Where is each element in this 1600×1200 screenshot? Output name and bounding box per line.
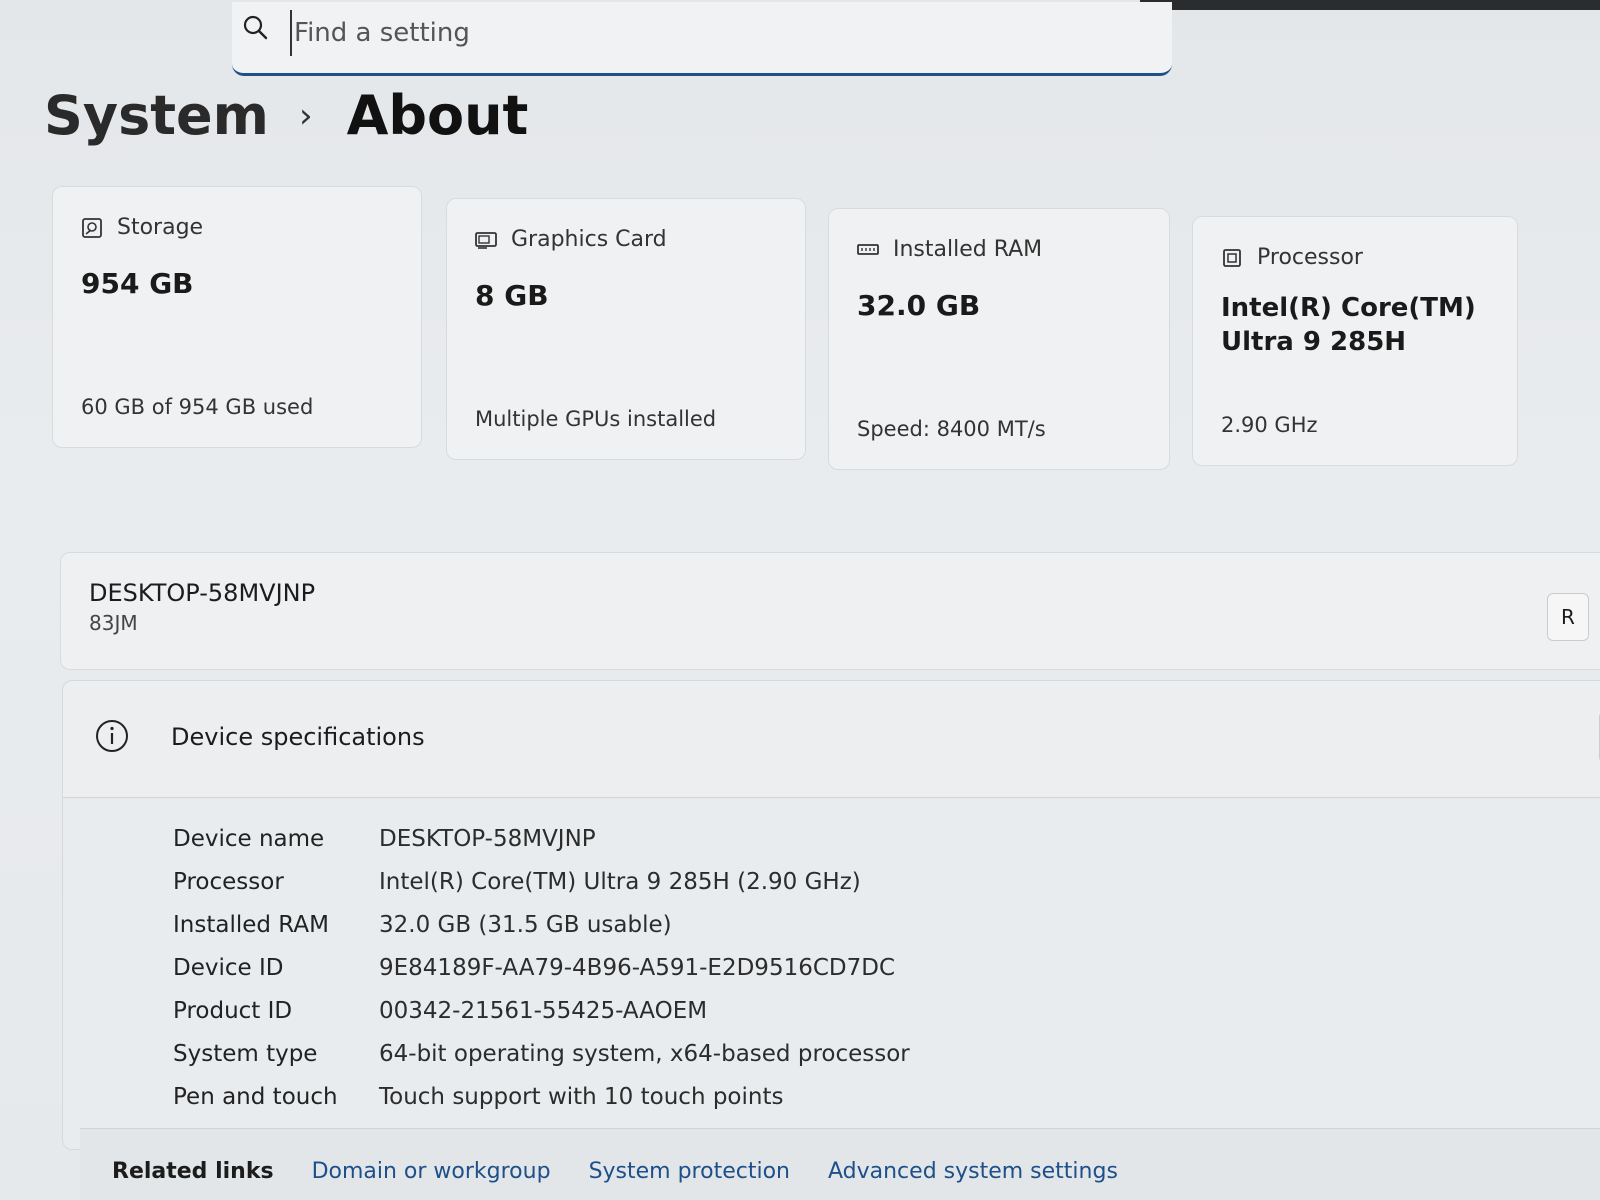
ram-icon [857,243,879,255]
spec-key: Pen and touch [173,1083,338,1110]
rename-pc-button[interactable]: R [1547,593,1589,641]
spec-value: 32.0 GB (31.5 GB usable) [379,911,672,938]
device-specifications-title: Device specifications [171,723,425,751]
storage-usage: 60 GB of 954 GB used [81,395,314,419]
graphics-card-icon [475,231,497,249]
domain-or-workgroup-link[interactable]: Domain or workgroup [312,1159,551,1184]
device-name: DESKTOP-58MVJNP [89,579,316,607]
spec-row-product-id: Product ID 00342-21561-55425-AAOEM [173,989,910,1032]
summary-cards: Storage 954 GB 60 GB of 954 GB used Grap… [52,186,1600,470]
device-specifications-panel: Device specifications Device name DESKTO… [62,680,1600,1150]
spec-value: 00342-21561-55425-AAOEM [379,997,708,1024]
processor-icon [1223,248,1241,267]
related-links-label: Related links [112,1159,274,1184]
spec-row-pen-and-touch: Pen and touch Touch support with 10 touc… [173,1075,910,1118]
advanced-system-settings-link[interactable]: Advanced system settings [828,1159,1118,1184]
processor-speed: 2.90 GHz [1221,413,1318,437]
storage-card[interactable]: Storage 954 GB 60 GB of 954 GB used [52,186,422,448]
device-name-row: DESKTOP-58MVJNP 83JM R [60,552,1600,670]
related-links-bar: Related links Domain or workgroup System… [80,1128,1600,1200]
graphics-card-value: 8 GB [475,279,549,312]
spec-value: DESKTOP-58MVJNP [379,825,596,852]
breadcrumb: System › About [44,84,528,147]
installed-ram-card[interactable]: Installed RAM 32.0 GB Speed: 8400 MT/s [828,208,1170,470]
spec-value: 9E84189F-AA79-4B96-A591-E2D9516CD7DC [379,954,896,981]
spec-value: Touch support with 10 touch points [379,1083,784,1110]
spec-row-device-id: Device ID 9E84189F-AA79-4B96-A591-E2D951… [173,946,910,989]
spec-key: Processor [173,868,284,895]
spec-value: 64-bit operating system, x64-based proce… [379,1040,910,1067]
installed-ram-label: Installed RAM [893,237,1043,262]
info-icon [96,720,128,752]
storage-label: Storage [117,215,204,240]
processor-value: Intel(R) Core(TM) Ultra 9 285H [1221,293,1476,357]
breadcrumb-parent-system[interactable]: System [44,84,269,147]
device-model: 83JM [89,611,138,635]
installed-ram-value: 32.0 GB [857,289,981,322]
device-specifications-header[interactable]: Device specifications [63,681,1600,798]
spec-row-system-type: System type 64-bit operating system, x64… [173,1032,910,1075]
spec-row-processor: Processor Intel(R) Core(TM) Ultra 9 285H… [173,860,910,903]
search-box[interactable] [232,2,1172,76]
window-top-edge [1140,0,1600,10]
spec-key: System type [173,1040,318,1067]
storage-icon [82,217,102,238]
spec-table: Device name DESKTOP-58MVJNP Processor In… [173,817,910,1118]
processor-card[interactable]: Processor Intel(R) Core(TM) Ultra 9 285H… [1192,216,1518,466]
page-title: About [346,84,529,147]
chevron-right-icon: › [298,95,313,136]
spec-row-device-name: Device name DESKTOP-58MVJNP [173,817,910,860]
spec-key: Product ID [173,997,293,1024]
ram-speed: Speed: 8400 MT/s [857,417,1046,441]
spec-key: Device name [173,825,325,852]
search-input[interactable] [290,10,1136,56]
graphics-card-label: Graphics Card [511,227,667,252]
system-protection-link[interactable]: System protection [589,1159,790,1184]
settings-window: System › About Storage 954 GB 60 GB of 9… [0,0,1600,1200]
spec-key: Device ID [173,954,284,981]
search-icon [243,15,268,40]
processor-label: Processor [1257,245,1363,270]
graphics-card-card[interactable]: Graphics Card 8 GB Multiple GPUs install… [446,198,806,460]
spec-value: Intel(R) Core(TM) Ultra 9 285H (2.90 GHz… [379,868,861,895]
storage-value: 954 GB [81,267,194,300]
graphics-card-sub: Multiple GPUs installed [475,407,717,431]
spec-row-installed-ram: Installed RAM 32.0 GB (31.5 GB usable) [173,903,910,946]
spec-key: Installed RAM [173,911,329,938]
